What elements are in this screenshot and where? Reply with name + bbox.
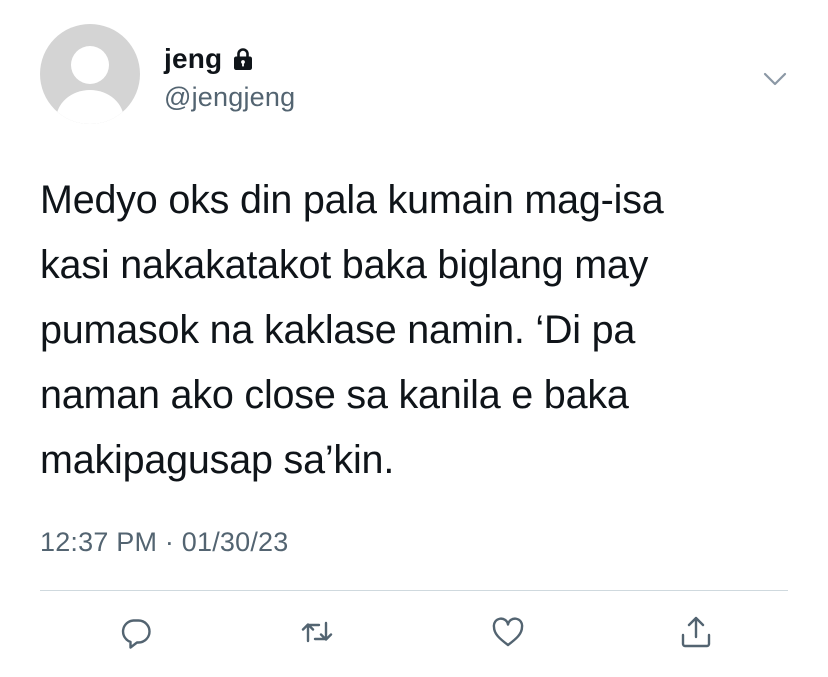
user-identity: jeng @jengjeng <box>164 42 295 113</box>
action-bar <box>0 604 828 660</box>
user-handle[interactable]: @jengjeng <box>164 82 295 113</box>
heart-icon <box>492 617 524 647</box>
share-icon <box>681 616 711 648</box>
chevron-down-icon[interactable] <box>760 64 790 94</box>
avatar-body-shape <box>56 90 124 124</box>
tweet-time[interactable]: 12:37 PM <box>40 527 157 557</box>
retweet-icon <box>301 621 333 643</box>
avatar-head-shape <box>71 46 109 84</box>
tweet-text: Medyo oks din pala kumain mag-isa kasi n… <box>40 178 664 482</box>
lock-icon <box>230 46 256 72</box>
reply-icon <box>121 619 151 649</box>
display-name[interactable]: jeng <box>164 43 222 75</box>
tweet-card: jeng @jengjeng Medyo oks din pala kumain… <box>0 0 828 677</box>
like-button[interactable] <box>484 604 532 660</box>
timestamp-separator: · <box>164 527 175 557</box>
name-row: jeng <box>164 42 295 76</box>
tweet-timestamp: 12:37 PM · 01/30/23 <box>40 527 288 558</box>
reply-button[interactable] <box>112 604 160 660</box>
avatar[interactable] <box>40 24 140 124</box>
share-button[interactable] <box>672 604 720 660</box>
retweet-button[interactable] <box>293 604 341 660</box>
divider <box>40 590 788 591</box>
tweet-date[interactable]: 01/30/23 <box>182 527 289 557</box>
